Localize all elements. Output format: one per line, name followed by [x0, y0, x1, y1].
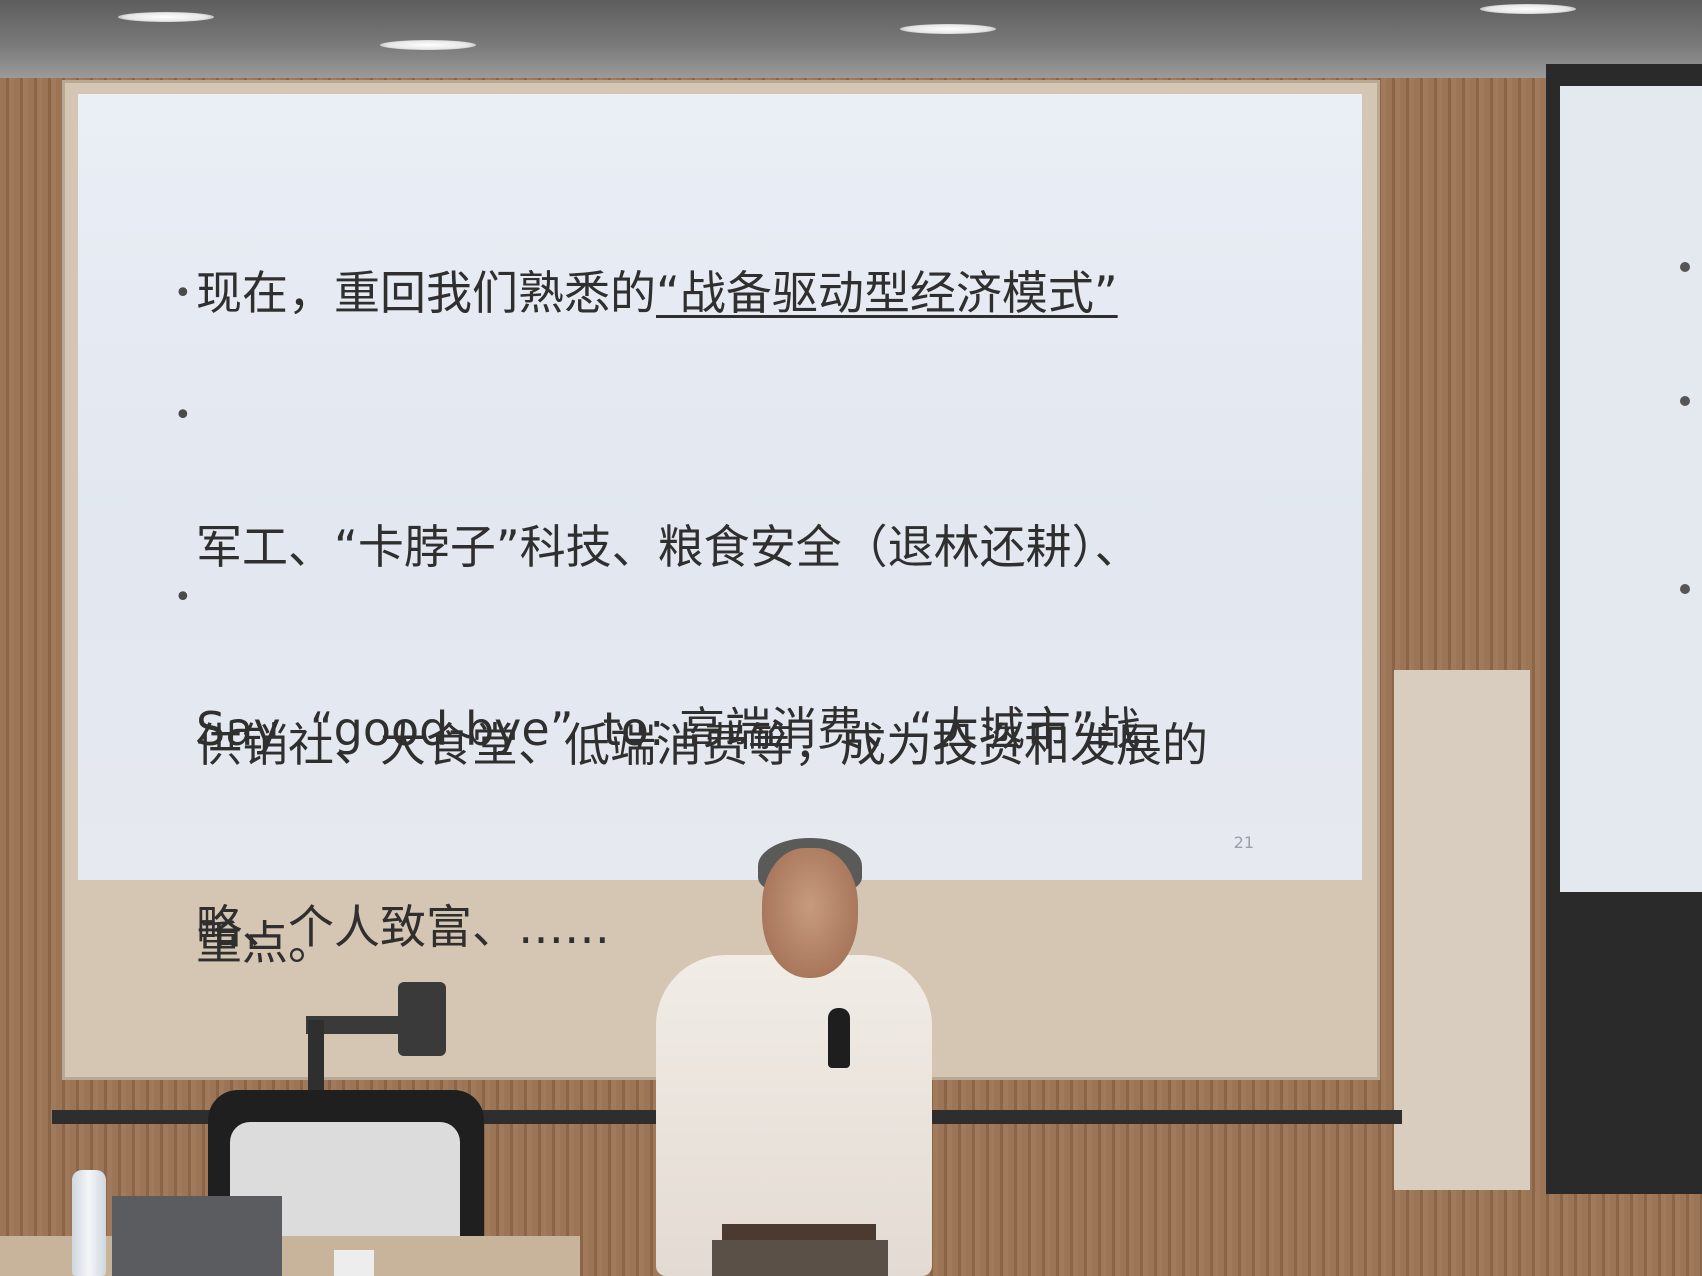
bullet-dot: •	[174, 580, 192, 615]
slide-bullet-1: 现在，重回我们熟悉的“战备驱动型经济模式”	[196, 260, 1118, 326]
second-slide-bullet	[1680, 584, 1690, 594]
document-camera-head	[398, 982, 446, 1056]
water-bottle	[72, 1170, 106, 1276]
laptop	[112, 1196, 282, 1276]
bullet-3-line-2: 略、个人致富、……	[196, 900, 610, 954]
microphone	[828, 1008, 850, 1068]
bullet-dot: •	[174, 276, 192, 311]
bullet-1-text: 现在，重回我们熟悉的	[196, 266, 656, 320]
ceiling-light	[380, 40, 476, 50]
presenter-head	[762, 848, 858, 978]
second-slide-bullet	[1680, 396, 1690, 406]
slide-page-number: 21	[1233, 833, 1254, 852]
ceiling-light	[900, 24, 996, 34]
presenter-belt	[722, 1224, 876, 1240]
second-slide-bullet	[1680, 262, 1690, 272]
paper-cup	[334, 1250, 374, 1276]
wall-panel	[1394, 670, 1530, 1190]
presenter-pants	[712, 1240, 888, 1276]
presentation-slide: • 现在，重回我们熟悉的“战备驱动型经济模式” • 军工、“卡脖子”科技、粮食安…	[78, 94, 1362, 970]
ceiling-light	[1480, 4, 1576, 14]
bullet-dot: •	[174, 398, 192, 433]
bullet-3-line-1: Say “good-bye” to: 高端消费、“大城市”战	[196, 702, 1141, 756]
ceiling	[0, 0, 1702, 78]
ceiling-light	[118, 12, 214, 22]
bullet-1-highlight: “战备驱动型经济模式”	[656, 266, 1118, 320]
second-slide	[1560, 86, 1702, 892]
